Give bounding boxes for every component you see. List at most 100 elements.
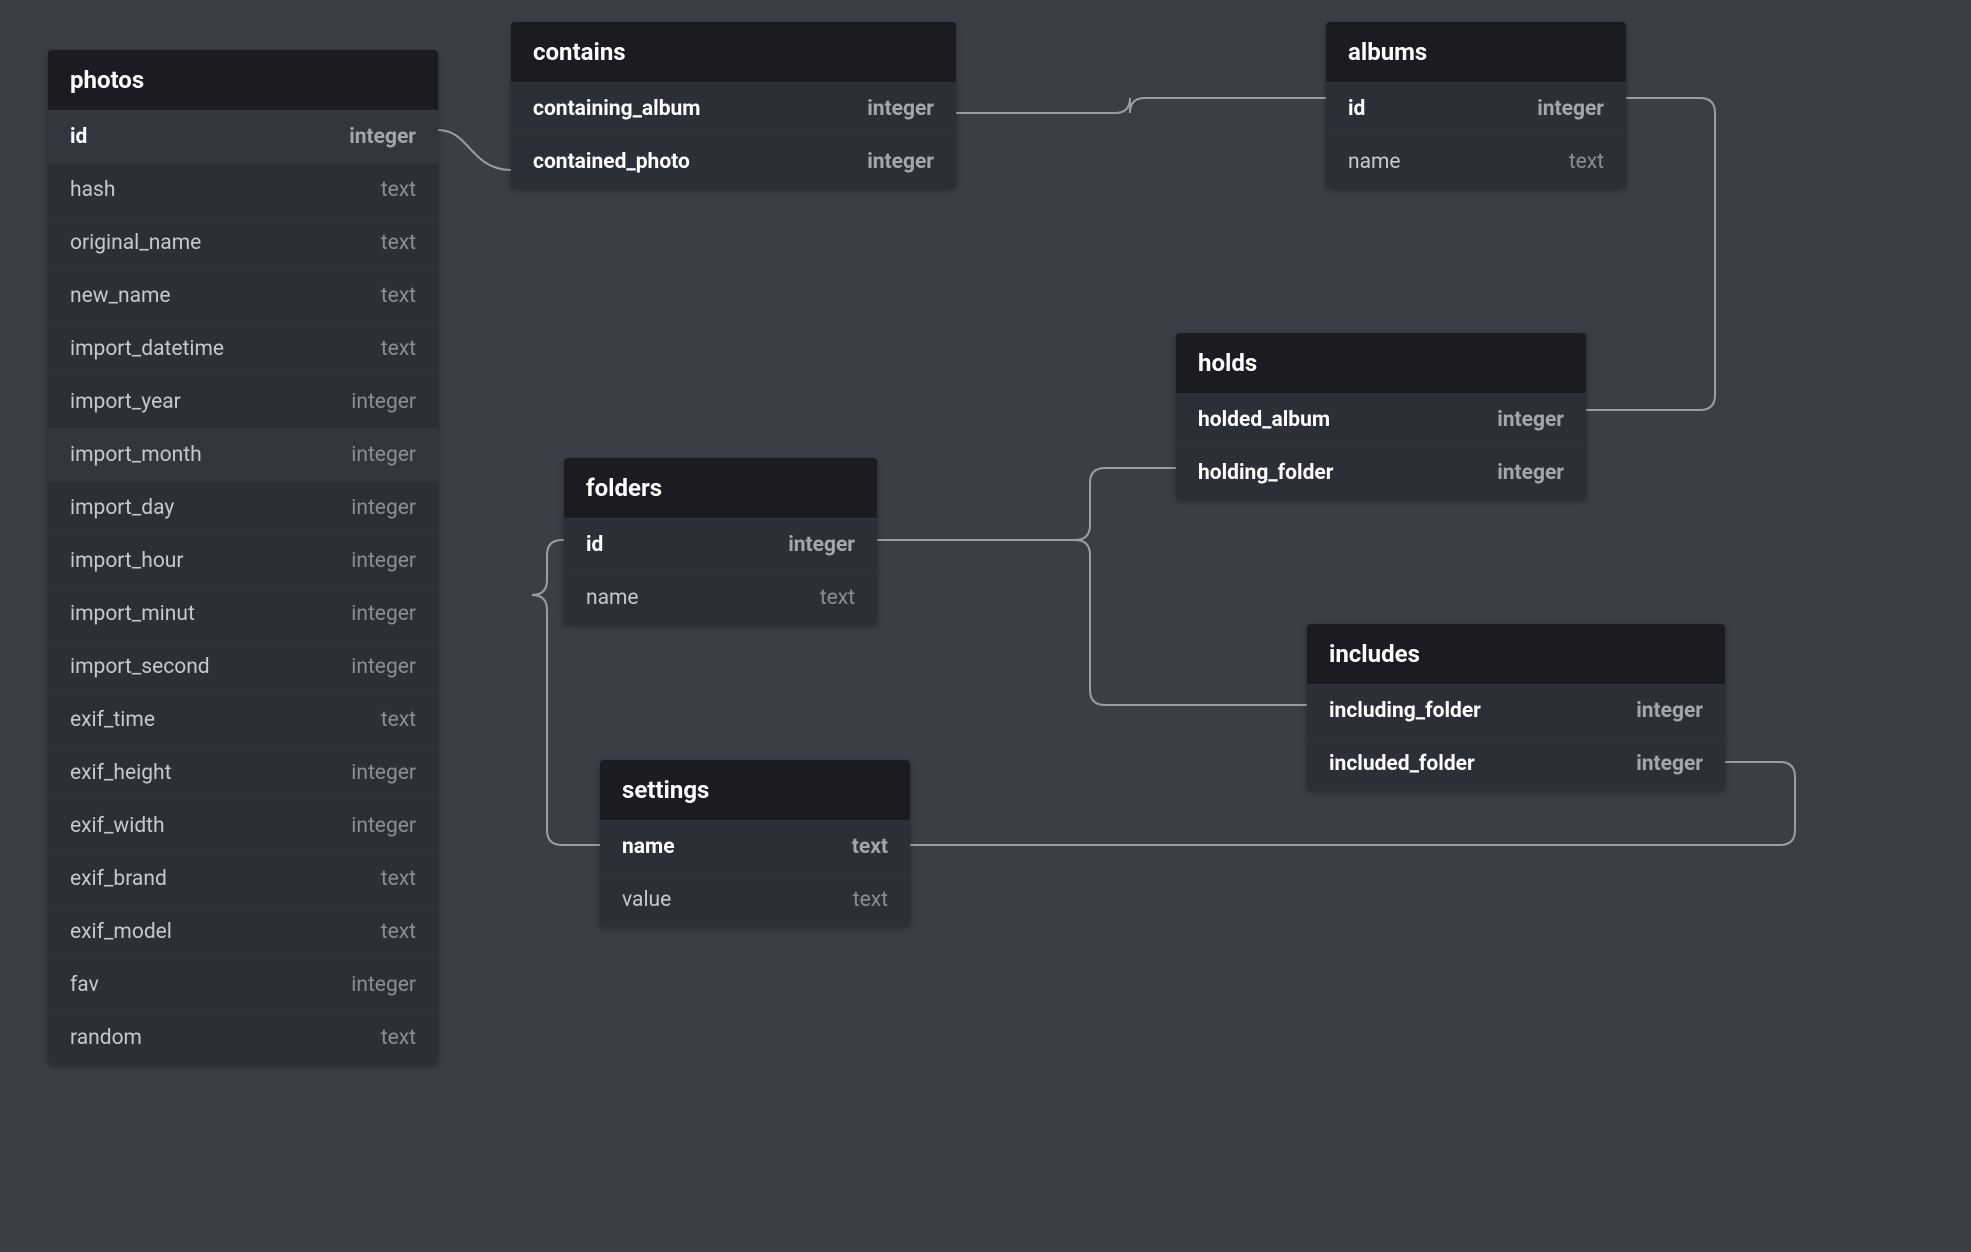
column-type: integer [1497,461,1564,485]
column-name: value [622,888,671,912]
column-row[interactable]: import_datetime text [48,322,438,375]
column-name: exif_width [70,814,165,838]
column-row[interactable]: import_hourinteger [48,534,438,587]
connector-line [877,468,1176,540]
column-type: text [853,888,888,912]
column-row[interactable]: holded_albuminteger [1176,393,1586,446]
column-name: holding_folder [1198,461,1333,485]
connector-line [438,130,512,170]
column-name: exif_model [70,920,172,944]
column-name: contained_photo [533,150,690,174]
table-settings[interactable]: settings name text value text [600,760,910,926]
column-type: integer [351,443,416,467]
column-name: import_minut [70,602,195,626]
column-type: integer [788,533,855,557]
table-folders[interactable]: folders id integer name text [564,458,877,624]
column-row[interactable]: value text [600,873,910,926]
column-name: hash [70,178,115,202]
column-row[interactable]: hash text [48,163,438,216]
column-row[interactable]: exif_brand text [48,852,438,905]
column-type: integer [1537,97,1604,121]
table-includes[interactable]: includes including_folder integer included_… [1307,624,1725,790]
table-header-holds: holds [1176,333,1586,393]
column-name: import_second [70,655,210,679]
column-type: text [820,586,855,610]
column-name: name [622,835,675,859]
column-type: integer [351,602,416,626]
column-type: integer [351,390,416,414]
column-row[interactable]: exif_model text [48,905,438,958]
column-type: text [381,867,416,891]
column-row[interactable]: name text [600,820,910,873]
table-contains[interactable]: containscontaining_albumintegercontained… [511,22,956,188]
column-name: exif_time [70,708,155,732]
column-name: holded_album [1198,408,1330,432]
column-row[interactable]: import_minut integer [48,587,438,640]
column-type: integer [867,97,934,121]
column-type: text [381,708,416,732]
column-row[interactable]: included_folderinteger [1307,737,1725,790]
column-row[interactable]: fav integer [48,958,438,1011]
column-type: integer [351,814,416,838]
column-name: new_name [70,284,171,308]
column-type: integer [1636,699,1703,723]
column-row[interactable]: new_name text [48,269,438,322]
column-row[interactable]: original_name text [48,216,438,269]
table-header-includes: includes [1307,624,1725,684]
column-type: integer [351,761,416,785]
column-type: text [381,920,416,944]
column-row[interactable]: including_folder integer [1307,684,1725,737]
column-row[interactable]: name text [1326,135,1626,188]
table-photos[interactable]: photosidintegerhashtextoriginal_nametext… [48,50,438,1064]
column-type: text [381,284,416,308]
column-name: id [1348,97,1365,121]
column-type: integer [351,973,416,997]
table-header-settings: settings [600,760,910,820]
column-name: id [586,533,603,557]
column-name: exif_height [70,761,171,785]
table-albums[interactable]: albums id integer name text [1326,22,1626,188]
column-name: including_folder [1329,699,1481,723]
column-type: text [1569,150,1604,174]
column-name: included_folder [1329,752,1475,776]
column-type: integer [349,125,416,149]
column-name: import_hour [70,549,184,573]
column-name: import_year [70,390,181,414]
connector-line [956,98,1326,113]
column-name: id [70,125,87,149]
column-type: integer [351,655,416,679]
column-row[interactable]: holding_folder integer [1176,446,1586,499]
table-header-folders: folders [564,458,877,518]
column-row[interactable]: import_second integer [48,640,438,693]
column-row[interactable]: import_dayinteger [48,481,438,534]
table-header-albums: albums [1326,22,1626,82]
column-type: text [381,178,416,202]
column-type: text [381,231,416,255]
column-row[interactable]: id integer [564,518,877,571]
column-row[interactable]: id integer [48,110,438,163]
column-name: exif_brand [70,867,167,891]
column-name: name [586,586,639,610]
column-row[interactable]: import_year integer [48,375,438,428]
column-row[interactable]: exif_time text [48,693,438,746]
column-type: integer [867,150,934,174]
column-row[interactable]: exif_height integer [48,746,438,799]
column-name: original_name [70,231,201,255]
column-row[interactable]: id integer [1326,82,1626,135]
column-row[interactable]: exif_width integer [48,799,438,852]
column-row[interactable]: import_month integer [48,428,438,481]
column-row[interactable]: name text [564,571,877,624]
column-name: import_datetime [70,337,224,361]
column-row[interactable]: containing_album integer [511,82,956,135]
table-header-contains: contains [511,22,956,82]
column-name: containing_album [533,97,700,121]
column-name: fav [70,973,99,997]
column-row[interactable]: randomtext [48,1011,438,1064]
column-row[interactable]: contained_photo integer [511,135,956,188]
connector-line [877,540,1307,705]
column-name: import_month [70,443,202,467]
column-type: text [852,835,888,859]
table-holds[interactable]: holdsholded_albuminteger holding_folder in… [1176,333,1586,499]
column-name: name [1348,150,1401,174]
column-type: text [381,337,416,361]
